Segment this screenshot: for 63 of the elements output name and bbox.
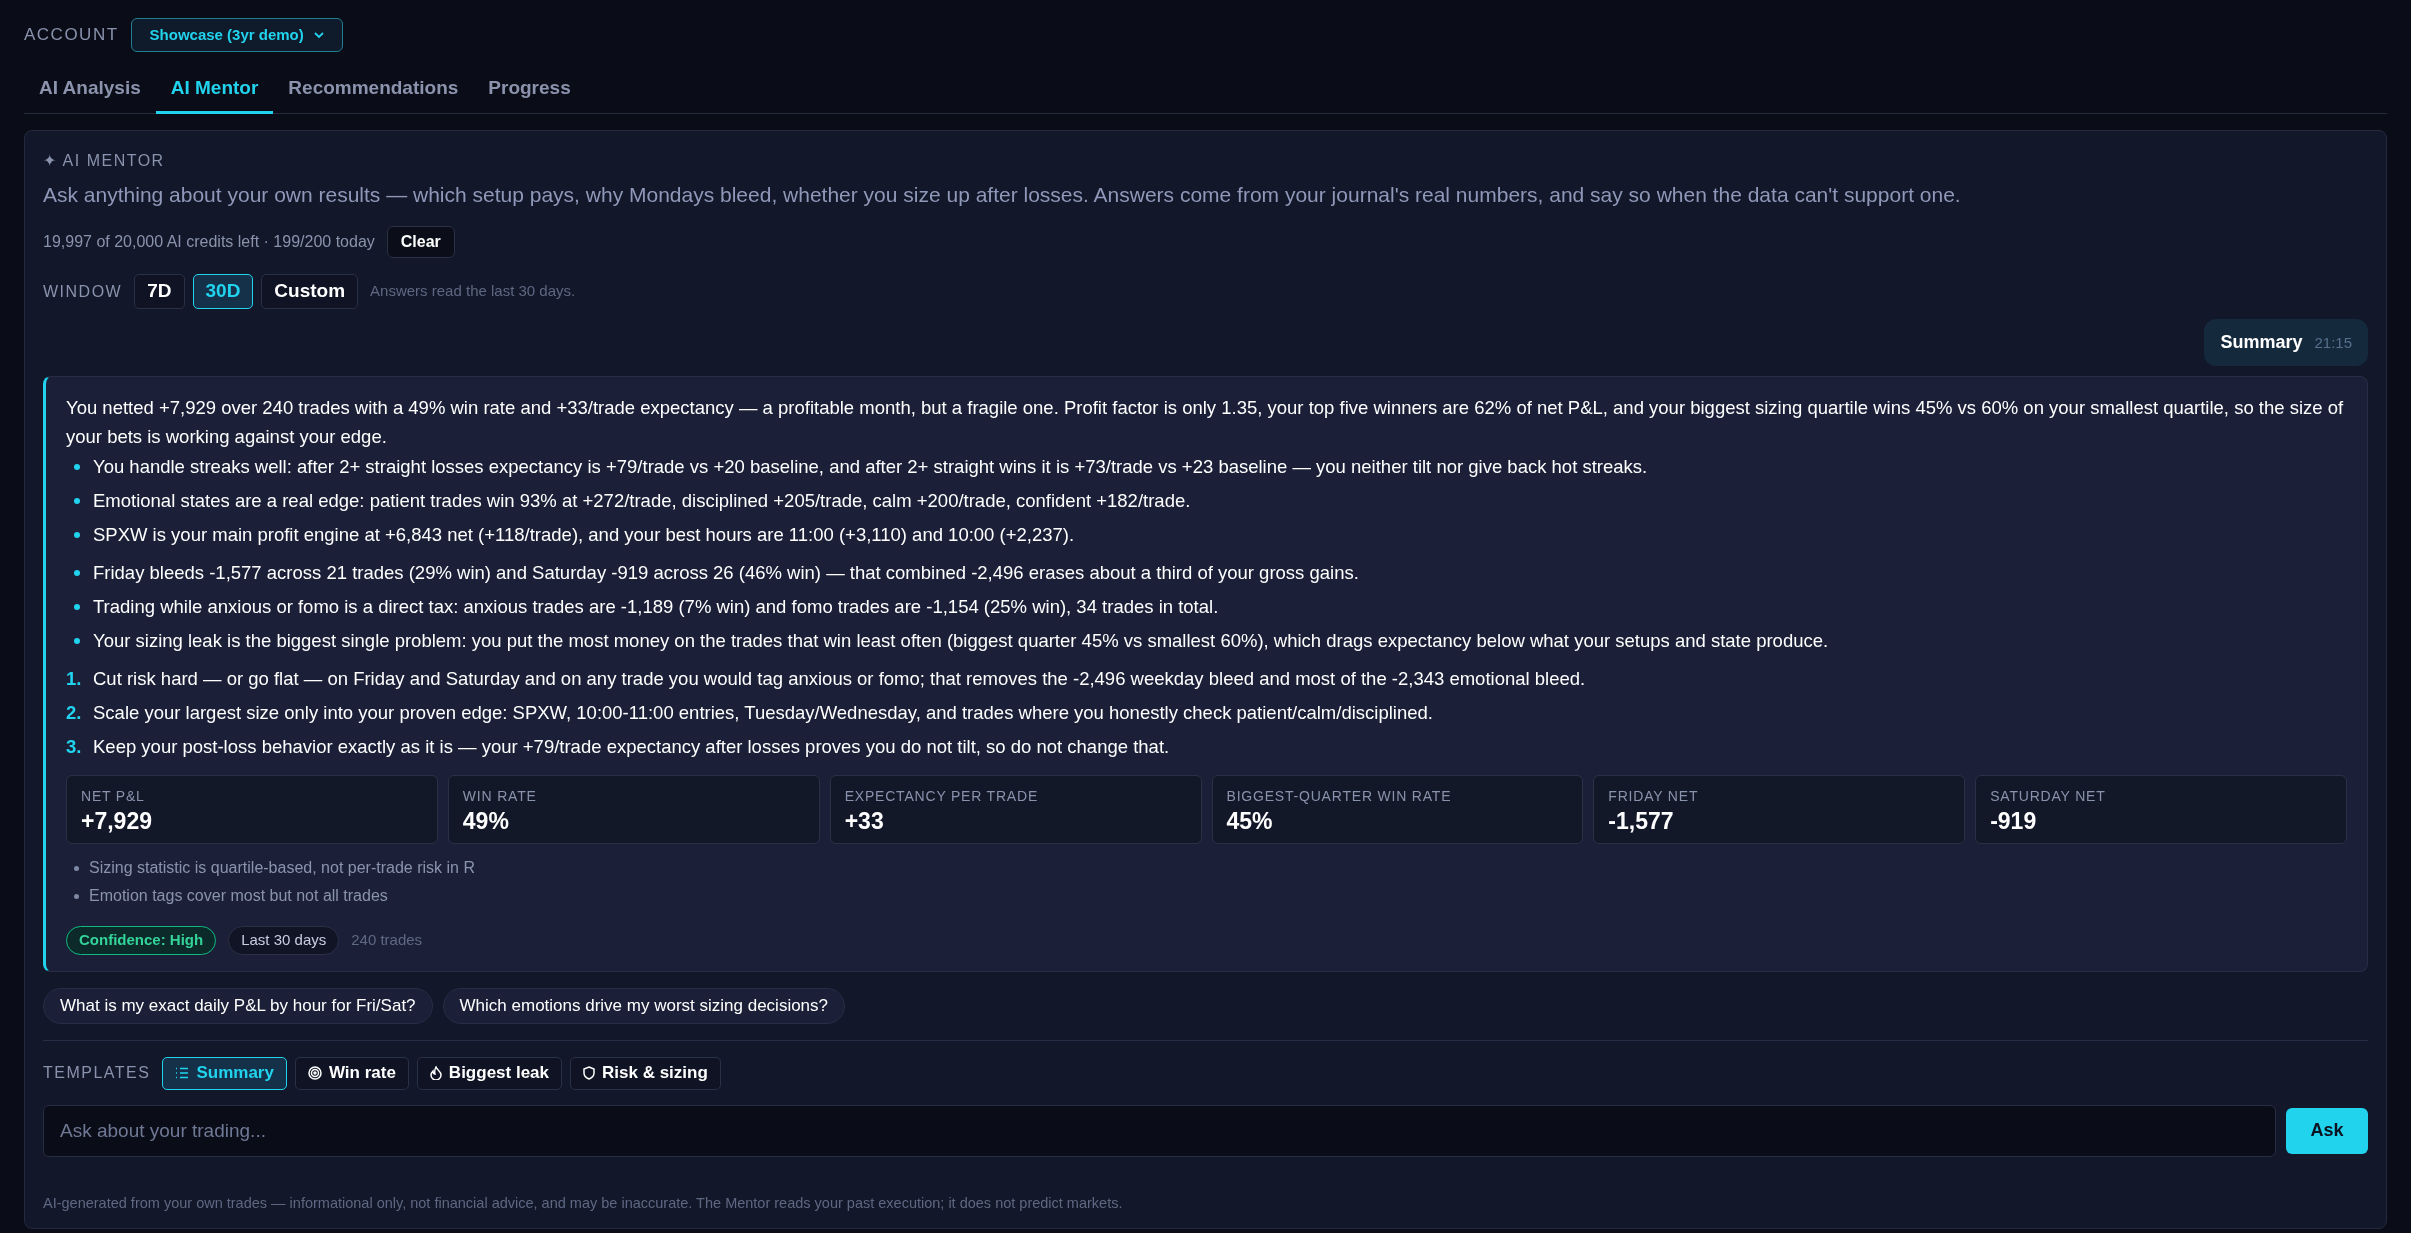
- ask-button[interactable]: Ask: [2286, 1107, 2368, 1154]
- window-option[interactable]: 30D: [192, 274, 254, 309]
- suggestion-chip[interactable]: Which emotions drive my worst sizing decisions?: [442, 987, 846, 1024]
- message-time: 21:15: [2314, 333, 2352, 353]
- stat-value: +33: [844, 807, 885, 835]
- caveat-text: Emotion tags cover most but not all trades: [89, 886, 388, 906]
- confidence-badge: Confidence: High: [66, 926, 217, 955]
- templates-label: TEMPLATES: [43, 1063, 151, 1083]
- account-value: Showcase (3yr demo): [149, 24, 304, 45]
- bullet-text: SPXW is your main profit engine at +6,843 net (+118/trade), and your best hours are 11:00 (+3,110) and 10:00 (+2,237).: [93, 523, 1075, 547]
- tab[interactable]: Recommendations: [273, 66, 474, 114]
- template-button[interactable]: Risk & sizing: [570, 1056, 721, 1090]
- stat-value: +7,929: [81, 807, 153, 835]
- action-text: Cut risk hard — or go flat — on Friday and Saturday and on any trade you would tag anxious or fomo; that removes the -2,496 weekday bleed and most of the -2,343 emotional bleed.: [93, 667, 1586, 691]
- chevron-down-icon: [313, 31, 324, 39]
- ask-input[interactable]: Ask about your trading...: [43, 1104, 2276, 1157]
- account-select[interactable]: Showcase (3yr demo): [130, 18, 343, 52]
- list-number: 2.: [66, 701, 83, 725]
- stat-label: BIGGEST-QUARTER WIN RATE: [1226, 787, 1453, 806]
- answer-paragraph: You netted +7,929 over 240 trades with a 49% win rate and +33/trade expectancy — a profitable month, but a fragile one. Profit factor is only 1.35, your top five winners are 62% of net P&L, and your biggest sizing quartile wins 45% vs 60% on your smallest quartile, so the size of your bets is working against your edge.: [66, 396, 2345, 449]
- template-button[interactable]: Summary: [162, 1056, 287, 1090]
- shield-icon: [583, 1066, 595, 1080]
- period-badge: Last 30 days: [228, 926, 340, 955]
- stat-value: 45%: [1226, 807, 1274, 835]
- tab[interactable]: AI Mentor: [155, 66, 274, 114]
- account-label: ACCOUNT: [24, 24, 119, 47]
- flame-icon: [429, 1066, 442, 1080]
- stat-value: -1,577: [1608, 807, 1675, 835]
- template-button[interactable]: Win rate: [294, 1056, 409, 1090]
- stat-label: EXPECTANCY PER TRADE: [844, 787, 1040, 806]
- stat-value: -919: [1990, 807, 2038, 835]
- bullet-text: Your sizing leak is the biggest single problem: you put the most money on the trades that win least often (biggest quarter 45% vs smallest 60%), which drags expectancy below what your setups and state produce.: [93, 629, 1829, 653]
- disclaimer: AI-generated from your own trades — informational only, not financial advice, and may be inaccurate. The Mentor reads your past execution; it does not predict markets.: [43, 1193, 1124, 1213]
- stat-label: NET P&L: [81, 787, 146, 806]
- list-number: 3.: [66, 735, 83, 759]
- tab[interactable]: AI Analysis: [24, 66, 156, 114]
- caveat-text: Sizing statistic is quartile-based, not per-trade risk in R: [89, 858, 475, 878]
- template-button[interactable]: Biggest leak: [416, 1056, 562, 1090]
- window-label: WINDOW: [43, 281, 123, 302]
- target-icon: [307, 1066, 322, 1080]
- credits-text: 19,997 of 20,000 AI credits left · 199/200 today: [43, 232, 375, 252]
- trade-count: 240 trades: [351, 930, 423, 950]
- stat-value: 49%: [462, 807, 510, 835]
- section-heading: ✦ AI MENTOR: [43, 150, 166, 171]
- action-text: Keep your post-loss behavior exactly as it is — your +79/trade expectancy after losses proves you do not tilt, so do not change that.: [93, 735, 1170, 759]
- list-icon: [175, 1067, 190, 1079]
- window-option[interactable]: 7D: [134, 274, 185, 309]
- stat-label: SATURDAY NET: [1990, 787, 2107, 806]
- stat-label: WIN RATE: [462, 787, 538, 806]
- suggestion-chip[interactable]: What is my exact daily P&L by hour for Fri/Sat?: [43, 987, 433, 1024]
- window-note: Answers read the last 30 days.: [370, 281, 576, 302]
- tab[interactable]: Progress: [473, 66, 586, 114]
- list-number: 1.: [66, 667, 83, 691]
- bullet-text: Emotional states are a real edge: patient trades win 93% at +272/trade, disciplined +205/trade, calm +200/trade, confident +182/trade.: [93, 489, 1191, 513]
- window-option[interactable]: Custom: [261, 274, 359, 309]
- description: Ask anything about your own results — which setup pays, why Mondays bleed, whether you size up after losses. Answers come from your journal's real numbers, and say so when the data can't support one.: [43, 181, 1962, 208]
- clear-button[interactable]: Clear: [386, 226, 455, 258]
- bullet-text: You handle streaks well: after 2+ straight losses expectancy is +79/trade vs +20 baseline, and after 2+ straight wins it is +73/trade vs +23 baseline — you neither tilt nor give back hot streaks.: [93, 455, 1648, 479]
- stat-label: FRIDAY NET: [1608, 787, 1700, 806]
- bullet-text: Trading while anxious or fomo is a direct tax: anxious trades are -1,189 (7% win) and fomo trades are -1,154 (25% win), 34 trades in total.: [93, 595, 1219, 619]
- action-text: Scale your largest size only into your proven edge: SPXW, 10:00-11:00 entries, Tuesday/Wednesday, and trades where you honestly check patient/calm/disciplined.: [93, 701, 1433, 725]
- bullet-text: Friday bleeds -1,577 across 21 trades (29% win) and Saturday -919 across 26 (46% win) — that combined -2,496 erases about a third of your gross gains.: [93, 561, 1359, 585]
- message-text: Summary: [2220, 331, 2303, 354]
